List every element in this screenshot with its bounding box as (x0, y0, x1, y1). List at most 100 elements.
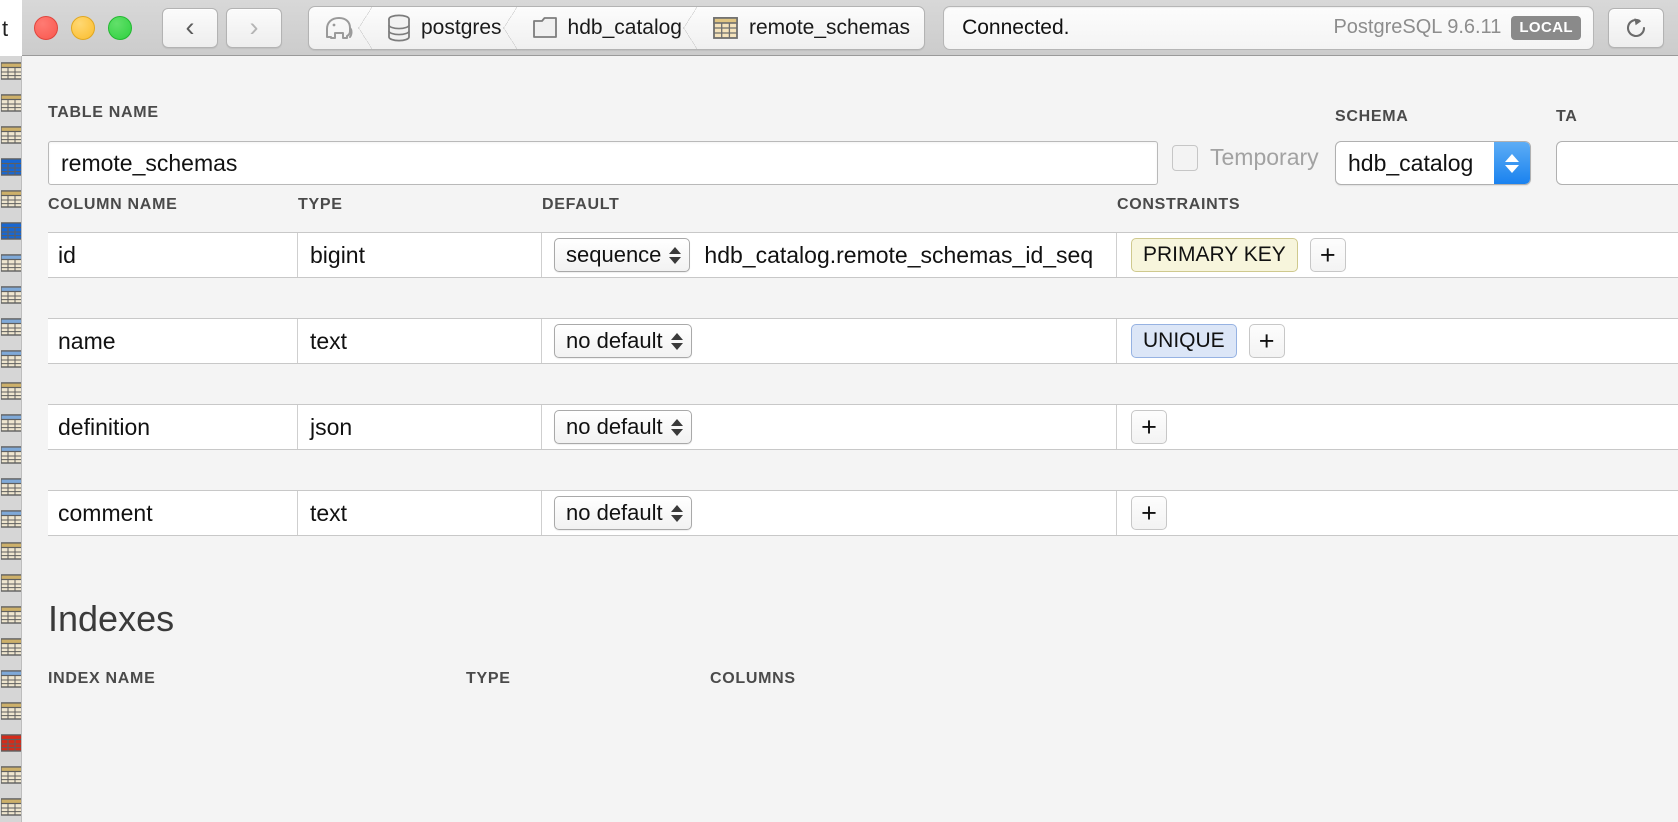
stepper-arrows-icon[interactable] (670, 332, 683, 350)
window-traffic-lights (34, 15, 132, 40)
add-constraint-button[interactable]: + (1248, 324, 1285, 358)
sidebar-item-table[interactable] (0, 184, 21, 216)
sidebar-item-table[interactable] (0, 120, 21, 152)
table-row[interactable]: definition json no default + (48, 404, 1678, 450)
sidebar-item-table[interactable] (0, 536, 21, 568)
default-mode-value: sequence (566, 242, 662, 267)
breadcrumb-item-server[interactable] (309, 6, 372, 49)
sidebar-item-table[interactable] (0, 504, 21, 536)
table-grid-icon (1, 670, 21, 688)
zoom-window-button[interactable] (108, 15, 132, 40)
column-default-cell: sequence hdb_catalog.remote_schemas_id_se… (542, 233, 1117, 277)
close-window-button[interactable] (34, 15, 58, 40)
tablespace-select[interactable] (1556, 141, 1678, 185)
sidebar-item-table[interactable] (0, 440, 21, 472)
sidebar-item-table[interactable] (0, 280, 21, 312)
table-row[interactable]: comment text no default + (48, 490, 1678, 536)
column-constraints-cell: PRIMARY KEY + (1117, 238, 1678, 272)
breadcrumb-item-table[interactable]: remote_schemas (696, 7, 924, 49)
sidebar-item-table[interactable] (0, 56, 21, 88)
schema-label: SCHEMA (1335, 108, 1409, 125)
table-grid-icon (1, 126, 21, 144)
sidebar-item-table[interactable] (0, 696, 21, 728)
sidebar-item-table[interactable] (0, 248, 21, 280)
breadcrumb-item-database[interactable]: postgres (371, 6, 517, 49)
table-grid-icon (1, 510, 21, 528)
column-default-cell: no default (542, 491, 1117, 535)
stepper-arrows-icon[interactable] (670, 418, 683, 436)
sidebar-item-table[interactable] (0, 408, 21, 440)
default-mode-select[interactable]: no default (554, 496, 692, 530)
minimize-window-button[interactable] (71, 15, 95, 40)
sidebar-item-table[interactable] (0, 728, 21, 760)
column-name-cell[interactable]: definition (48, 405, 298, 449)
table-grid-icon (1, 94, 21, 112)
refresh-button[interactable] (1608, 7, 1664, 48)
temporary-checkbox-group[interactable]: Temporary (1172, 144, 1319, 171)
column-type-cell[interactable]: json (298, 405, 542, 449)
table-grid-icon (1, 318, 21, 336)
sidebar-item-table[interactable] (0, 792, 21, 822)
column-name-cell[interactable]: comment (48, 491, 298, 535)
sidebar-item-table[interactable] (0, 760, 21, 792)
table-grid-icon (1, 254, 21, 272)
breadcrumb-item-schema[interactable]: hdb_catalog (516, 6, 698, 49)
table-grid-icon (1, 414, 21, 432)
sidebar-item-table[interactable] (0, 152, 21, 184)
connection-status-field: Connected. PostgreSQL 9.6.11 LOCAL (943, 5, 1594, 50)
column-type-cell[interactable]: text (298, 319, 542, 363)
sidebar-item-table[interactable] (0, 472, 21, 504)
constraint-badge[interactable]: UNIQUE (1131, 324, 1237, 358)
forward-button[interactable]: › (226, 7, 282, 48)
table-row[interactable]: id bigint sequence hdb_catalog.remote_schem… (48, 232, 1678, 278)
default-mode-select[interactable]: no default (554, 410, 692, 444)
column-name-cell[interactable]: name (48, 319, 298, 363)
sidebar-item-table[interactable] (0, 88, 21, 120)
back-button[interactable]: ‹ (162, 7, 218, 48)
schema-select-value: hdb_catalog (1348, 149, 1474, 176)
connection-status-text: Connected. (962, 15, 1070, 39)
columns-header-row: COLUMN NAME TYPE DEFAULT CONSTRAINTS (22, 196, 1678, 232)
stepper-arrows-icon[interactable] (669, 246, 682, 264)
background-window-sliver: t (0, 0, 22, 56)
sidebar-item-table[interactable] (0, 312, 21, 344)
local-badge: LOCAL (1511, 15, 1581, 40)
table-grid-icon (1, 798, 21, 816)
table-grid-icon (1, 542, 21, 560)
add-constraint-button[interactable]: + (1131, 410, 1167, 444)
sidebar-item-table[interactable] (0, 664, 21, 696)
sidebar-item-table[interactable] (0, 568, 21, 600)
columns-header-constraints: CONSTRAINTS (1117, 196, 1241, 213)
columns-list: id bigint sequence hdb_catalog.remote_schem… (22, 232, 1678, 536)
table-grid-icon (1, 190, 21, 208)
default-mode-select[interactable]: no default (554, 324, 692, 358)
table-name-input[interactable]: remote_schemas (48, 141, 1158, 185)
table-grid-icon (713, 16, 738, 39)
sidebar-item-table[interactable] (0, 600, 21, 632)
indexes-header-name: INDEX NAME (48, 670, 156, 687)
table-row[interactable]: name text no default UNIQUE + (48, 318, 1678, 364)
constraint-badge[interactable]: PRIMARY KEY (1131, 238, 1298, 272)
add-constraint-button[interactable]: + (1131, 496, 1167, 530)
sidebar-item-table[interactable] (0, 376, 21, 408)
column-type-cell[interactable]: bigint (298, 233, 542, 277)
elephant-icon (326, 16, 353, 39)
add-constraint-button[interactable]: + (1309, 238, 1346, 272)
columns-header-default: DEFAULT (542, 196, 620, 213)
table-grid-icon (1, 702, 21, 720)
sidebar-item-table[interactable] (0, 344, 21, 376)
stepper-arrows-icon[interactable] (670, 504, 683, 522)
schema-select[interactable]: hdb_catalog (1335, 141, 1531, 185)
indexes-header-columns: COLUMNS (710, 670, 796, 687)
sidebar-item-table[interactable] (0, 216, 21, 248)
collapsed-sidebar[interactable] (0, 56, 22, 822)
column-type-cell[interactable]: text (298, 491, 542, 535)
breadcrumb-label-table: remote_schemas (748, 15, 911, 39)
column-name-cell[interactable]: id (48, 233, 298, 277)
temporary-checkbox[interactable] (1172, 144, 1198, 171)
sidebar-item-table[interactable] (0, 632, 21, 664)
default-mode-select[interactable]: sequence (554, 238, 691, 272)
schema-stepper-icon[interactable] (1494, 142, 1530, 184)
columns-header-type: TYPE (298, 196, 343, 213)
columns-header-name: COLUMN NAME (48, 196, 178, 213)
